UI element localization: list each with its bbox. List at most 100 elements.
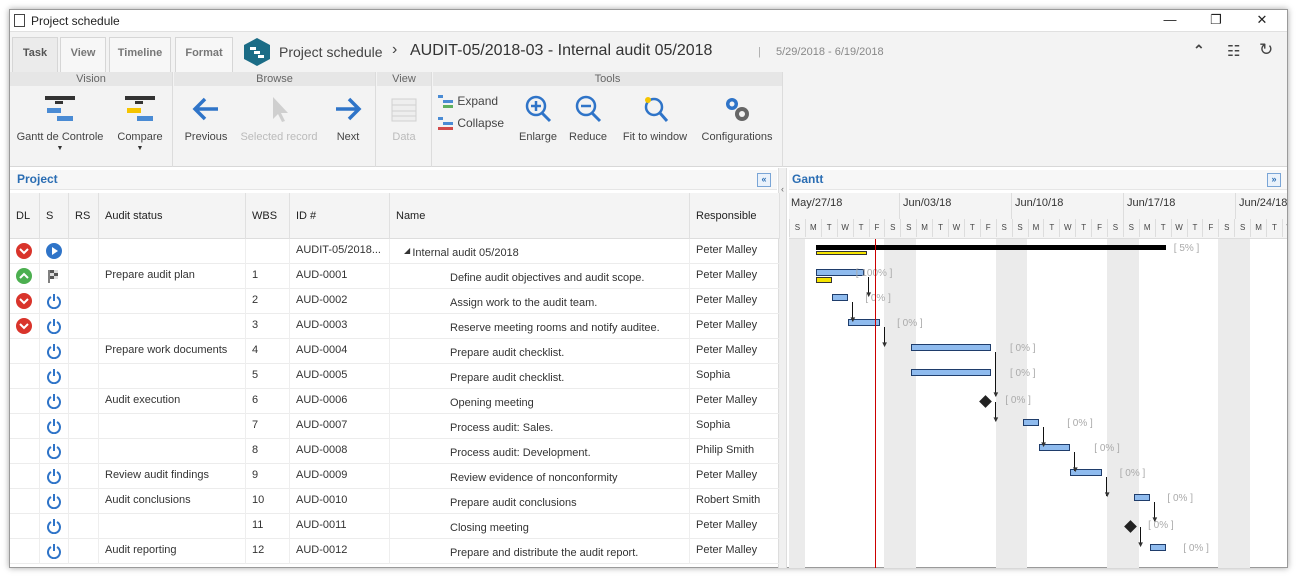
expand-button[interactable]: Expand (438, 94, 498, 109)
column-header[interactable]: ID # (290, 193, 390, 239)
column-header[interactable]: DL (10, 193, 40, 239)
week-label: Jun/24/18 (1239, 197, 1287, 209)
resp-text: Philip Smith (696, 444, 755, 456)
tab-view[interactable]: View (60, 37, 106, 73)
name-cell: Prepare and distribute the audit report. (390, 539, 690, 564)
resp-cell: Peter Malley (690, 239, 780, 264)
task-bar[interactable] (911, 369, 991, 376)
power-icon (46, 468, 62, 485)
data-label: Data (392, 131, 416, 143)
task-bar[interactable] (1134, 494, 1150, 501)
week-label: May/27/18 (791, 197, 843, 209)
summary-bar[interactable] (816, 245, 1166, 250)
refresh-icon[interactable]: ↻ (1259, 40, 1273, 60)
resp-cell: Peter Malley (690, 289, 780, 314)
column-header[interactable]: Name (390, 193, 690, 239)
milestone-diamond[interactable] (979, 395, 993, 408)
tab-timeline[interactable]: Timeline (109, 37, 171, 73)
name-text: Prepare audit checklist. (450, 347, 565, 359)
wbs-text: 10 (252, 494, 265, 506)
breadcrumb-app[interactable]: Project schedule (279, 44, 383, 60)
column-header[interactable]: WBS (246, 193, 290, 239)
table-row[interactable]: Audit conclusions 10 AUD-0010 Prepare audit… (10, 489, 780, 514)
table-row[interactable]: 8 AUD-0008 Process audit: Development. Phil… (10, 439, 780, 464)
dl-cell (10, 339, 40, 364)
dependency-arrow-icon: ▼ (1039, 440, 1048, 449)
data-button[interactable]: Data (381, 94, 427, 143)
enlarge-button[interactable]: Enlarge (517, 94, 559, 143)
minimize-button[interactable]: — (1147, 10, 1193, 32)
collapse-button[interactable]: Collapse (438, 116, 504, 131)
table-row[interactable]: 5 AUD-0005 Prepare audit checklist. Sophia (10, 364, 780, 389)
expand-panel-button[interactable]: » (1267, 173, 1281, 187)
tab-task[interactable]: Task (12, 37, 58, 73)
week-label: Jun/17/18 (1127, 197, 1176, 209)
id-cell: AUD-0004 (290, 339, 390, 364)
fit-to-window-button[interactable]: Fit to window (620, 94, 690, 143)
status-text: Audit reporting (105, 544, 177, 556)
compare-button[interactable]: Compare ▼ (110, 94, 170, 152)
collapse-panel-button[interactable]: « (757, 173, 771, 187)
name-text: Reserve meeting rooms and notify auditee… (450, 322, 660, 334)
fit-to-window-label: Fit to window (622, 131, 688, 143)
status-text: Prepare work documents (105, 344, 228, 356)
resp-text: Peter Malley (696, 469, 758, 481)
table-row[interactable]: AUDIT-05/2018... ◢ Internal audit 05/2018… (10, 239, 780, 264)
previous-button[interactable]: Previous (178, 94, 234, 143)
table-row[interactable]: 11 AUD-0011 Closing meeting Peter Malley (10, 514, 780, 539)
reduce-button[interactable]: Reduce (567, 94, 609, 143)
task-bar[interactable] (1149, 544, 1166, 551)
next-button[interactable]: Next (324, 94, 372, 143)
column-header[interactable]: S (40, 193, 69, 239)
column-header[interactable]: RS (69, 193, 99, 239)
dependency-arrow-icon: ▼ (991, 390, 1000, 399)
status-cell (40, 439, 69, 464)
day-label: W (1170, 219, 1187, 237)
task-bar[interactable] (911, 344, 991, 351)
table-icon (391, 98, 417, 122)
table-row[interactable]: Prepare audit plan 1 AUD-0001 Define audit … (10, 264, 780, 289)
id-cell: AUD-0008 (290, 439, 390, 464)
column-header[interactable]: Responsible (690, 193, 780, 239)
dependency-arrow-icon: ▼ (1071, 465, 1080, 474)
list-icon[interactable]: ☷ (1227, 42, 1240, 60)
collapse-header-icon[interactable]: ⌃ (1193, 42, 1205, 59)
weekend-shade (1122, 239, 1139, 568)
status-cell (99, 414, 246, 439)
table-row[interactable]: 7 AUD-0007 Process audit: Sales. Sophia (10, 414, 780, 439)
column-header[interactable]: Audit status (99, 193, 246, 239)
name-cell: Define audit objectives and audit scope. (390, 264, 690, 289)
week-label: Jun/03/18 (903, 197, 952, 209)
id-cell: AUD-0007 (290, 414, 390, 439)
ribbon-group-tools: Tools Expand Collapse Enlarge Reduce Fit… (433, 72, 783, 167)
today-line (874, 239, 876, 568)
table-row[interactable]: Review audit findings 9 AUD-0009 Review evi… (10, 464, 780, 489)
close-button[interactable]: ✕ (1239, 10, 1285, 32)
rs-cell (69, 539, 99, 564)
table-row[interactable]: 3 AUD-0003 Reserve meeting rooms and notif… (10, 314, 780, 339)
cursor-icon (273, 97, 288, 122)
id-text: AUD-0001 (296, 269, 348, 281)
gantt-control-button[interactable]: Gantt de Controle ▼ (14, 94, 106, 152)
table-row[interactable]: Audit reporting 12 AUD-0012 Prepare and dis… (10, 539, 780, 564)
dependency-arrow-icon: ▼ (864, 290, 873, 299)
table-row[interactable]: 2 AUD-0002 Assign work to the audit team. P… (10, 289, 780, 314)
table-row[interactable]: Audit execution 6 AUD-0006 Opening meeting P… (10, 389, 780, 414)
table-row[interactable]: Prepare work documents 4 AUD-0004 Prepare a… (10, 339, 780, 364)
weekend-shade (1107, 239, 1123, 568)
day-label: M (1138, 219, 1155, 237)
status-cell (40, 539, 69, 564)
wbs-text: 8 (252, 444, 259, 456)
task-bar[interactable] (831, 294, 848, 301)
percent-label: [ 0% ] (1167, 493, 1193, 504)
enlarge-label: Enlarge (519, 131, 557, 143)
maximize-button[interactable]: ❐ (1193, 10, 1239, 32)
task-bar[interactable] (1022, 419, 1039, 426)
status-cell: Prepare work documents (99, 339, 246, 364)
percent-label: [ 0% ] (1183, 543, 1209, 554)
configurations-button[interactable]: Configurations (699, 94, 775, 143)
tab-format[interactable]: Format (175, 37, 233, 73)
period-label: 5/29/2018 - 6/19/2018 (776, 46, 884, 58)
day-label: M (804, 219, 821, 237)
selected-record-button[interactable]: Selected record (238, 94, 320, 143)
